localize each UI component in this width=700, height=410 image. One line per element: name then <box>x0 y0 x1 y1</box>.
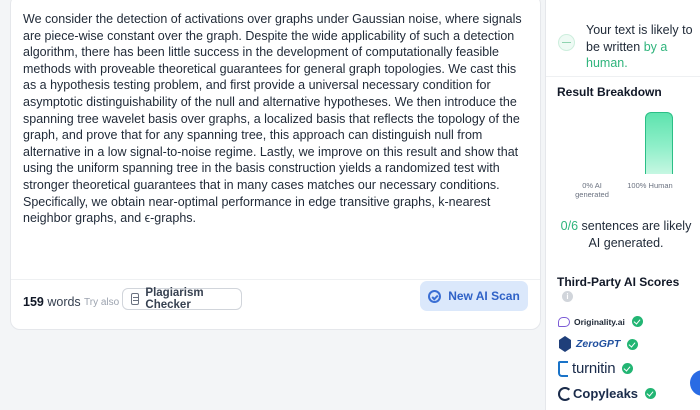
breakdown-bar-chart <box>557 104 697 174</box>
detector-name: Copyleaks <box>573 386 639 401</box>
text-editor-card: We consider the detection of activations… <box>10 0 541 330</box>
results-panel: Your text is likely to be written by a h… <box>545 0 700 410</box>
sentences-count: 0/6 <box>560 219 579 233</box>
word-count: 159 words <box>23 295 81 309</box>
verdict-logo-icon <box>558 34 575 51</box>
document-icon <box>131 293 140 305</box>
info-icon[interactable]: i <box>562 291 573 302</box>
human-bar <box>645 112 673 174</box>
word-count-suffix: words <box>47 295 81 309</box>
word-count-number: 159 <box>23 295 44 309</box>
check-icon <box>645 388 657 399</box>
check-icon <box>622 363 634 374</box>
input-text-area[interactable]: We consider the detection of activations… <box>23 11 530 227</box>
sentences-summary: 0/6 sentences are likely AI generated. <box>556 218 696 251</box>
result-breakdown-title: Result Breakdown <box>557 85 662 99</box>
verdict-text: Your text is likely to be written by a h… <box>586 22 698 72</box>
new-ai-scan-label: New AI Scan <box>448 289 520 303</box>
new-ai-scan-button[interactable]: New AI Scan <box>420 281 528 311</box>
turnitin-logo-icon <box>558 360 568 377</box>
sentences-text: sentences are likely AI generated. <box>581 219 692 250</box>
plagiarism-checker-button[interactable]: Plagiarism Checker <box>122 287 242 311</box>
check-icon <box>627 338 639 350</box>
detector-copyleaks: Copyleaks <box>558 386 657 401</box>
detector-zerogpt: ZeroGPT <box>558 336 639 352</box>
scan-check-icon <box>428 289 442 303</box>
human-bar-label: 100% Human <box>627 181 673 190</box>
third-party-title: Third-Party AI Scores <box>557 275 680 289</box>
zerogpt-logo-icon <box>558 336 572 352</box>
verdict-section: Your text is likely to be written by a h… <box>546 8 700 77</box>
try-also-label: Try also <box>84 297 120 308</box>
detector-name: turnitin <box>572 360 616 377</box>
plagiarism-checker-label: Plagiarism Checker <box>145 287 204 311</box>
ai-bar-label: 0% AI generated <box>575 181 609 199</box>
detector-name: Originality.ai <box>574 316 625 327</box>
detector-turnitin: turnitin <box>558 360 634 377</box>
detector-originality: Originality.ai <box>558 316 643 327</box>
verdict-prefix: Your text is likely to be written <box>586 23 693 54</box>
editor-footer: 159 words Try also Plagiarism Checker Ne… <box>11 279 540 332</box>
check-icon <box>631 316 643 327</box>
originality-logo-icon <box>558 316 570 327</box>
detector-name: ZeroGPT <box>576 338 621 350</box>
copyleaks-logo-icon <box>558 386 572 401</box>
